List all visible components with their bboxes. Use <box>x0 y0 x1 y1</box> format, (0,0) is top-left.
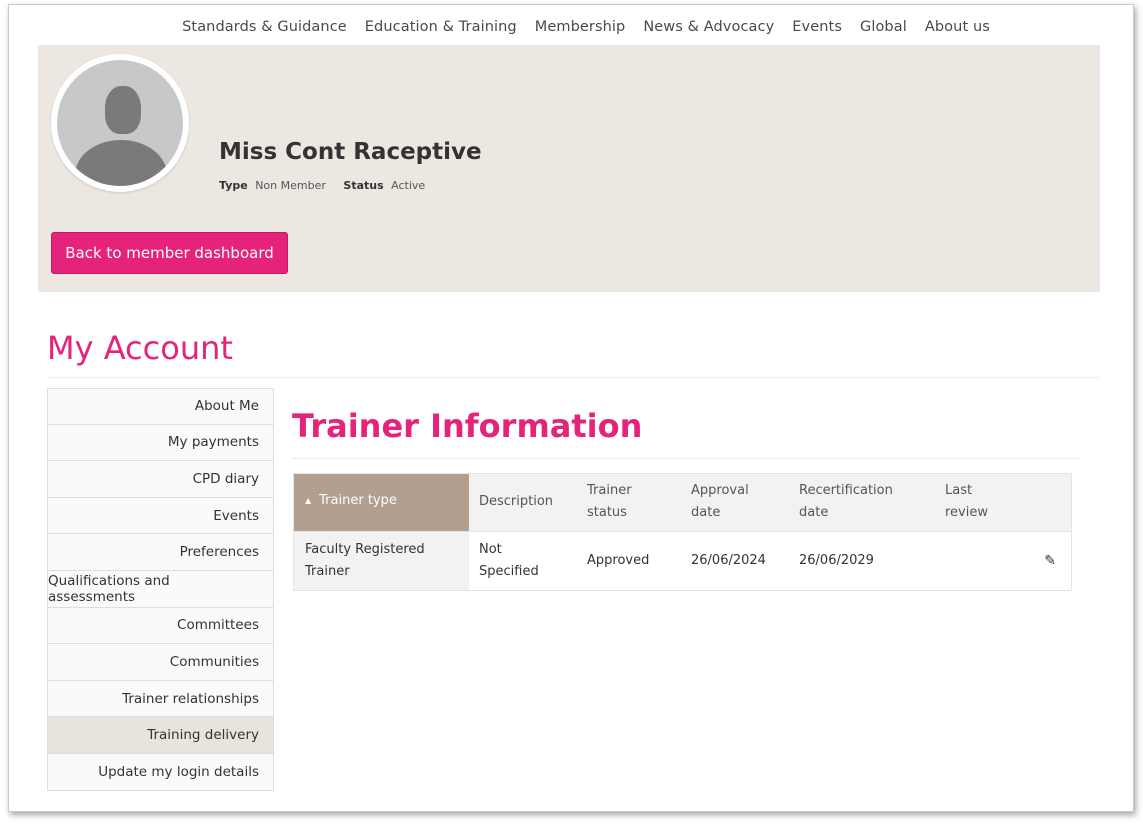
status-label: Status <box>343 179 384 192</box>
account-sidebar: About Me My payments CPD diary Events Pr… <box>47 388 274 791</box>
cell-text: Not Specified <box>479 541 539 579</box>
sidebar-item-events[interactable]: Events <box>47 497 274 535</box>
column-header-label: Approval date <box>691 482 749 520</box>
type-value: Non Member <box>255 179 326 192</box>
sidebar-item-cpd-diary[interactable]: CPD diary <box>47 461 274 498</box>
column-header-label: Trainer type <box>319 493 397 509</box>
cell-description: Not Specified <box>469 531 577 591</box>
top-navigation: Standards & Guidance Education & Trainin… <box>9 19 1133 35</box>
nav-standards-guidance[interactable]: Standards & Guidance <box>182 19 347 35</box>
browser-frame: Standards & Guidance Education & Trainin… <box>8 4 1134 812</box>
section-title: Trainer Information <box>292 407 643 445</box>
sort-ascending-icon: ▲ <box>305 496 312 506</box>
avatar <box>51 54 189 192</box>
column-header-trainer-status[interactable]: Trainer status <box>577 473 681 532</box>
column-header-actions <box>1010 473 1072 532</box>
member-meta: Type Non Member Status Active <box>219 179 439 192</box>
column-header-recertification-date[interactable]: Recertification date <box>789 473 935 532</box>
sidebar-item-committees[interactable]: Committees <box>47 607 274 645</box>
page-title: My Account <box>47 329 233 367</box>
table-header-row: ▲ Trainer type Description Trainer status… <box>293 473 1072 532</box>
nav-events[interactable]: Events <box>792 19 842 35</box>
column-header-last-review[interactable]: Last review <box>935 473 1010 532</box>
back-to-dashboard-button[interactable]: Back to member dashboard <box>51 232 288 274</box>
pencil-icon[interactable]: ✎ <box>1010 531 1072 591</box>
cell-status: Approved <box>577 531 681 591</box>
column-header-label: Last review <box>945 482 988 520</box>
sidebar-item-trainer-relationships[interactable]: Trainer relationships <box>47 680 274 718</box>
member-name: Miss Cont Raceptive <box>219 139 482 165</box>
user-silhouette-icon <box>57 60 183 186</box>
cell-approval-date: 26/06/2024 <box>681 531 789 591</box>
nav-about-us[interactable]: About us <box>925 19 990 35</box>
trainer-table: ▲ Trainer type Description Trainer status… <box>293 473 1072 591</box>
nav-global[interactable]: Global <box>860 19 907 35</box>
cell-text: Faculty Registered Trainer <box>305 541 425 579</box>
cell-trainer-type: Faculty Registered Trainer <box>293 531 469 591</box>
cell-recertification-date: 26/06/2029 <box>789 531 935 591</box>
profile-banner: Miss Cont Raceptive Type Non Member Stat… <box>38 45 1100 292</box>
nav-news-advocacy[interactable]: News & Advocacy <box>643 19 774 35</box>
column-header-label: Recertification date <box>799 482 893 520</box>
column-header-description[interactable]: Description <box>469 473 577 532</box>
sidebar-item-preferences[interactable]: Preferences <box>47 534 274 571</box>
nav-education-training[interactable]: Education & Training <box>365 19 517 35</box>
column-header-approval-date[interactable]: Approval date <box>681 473 789 532</box>
nav-membership[interactable]: Membership <box>535 19 626 35</box>
column-header-label: Trainer status <box>587 482 632 520</box>
cell-last-review <box>935 531 1010 591</box>
sidebar-item-my-payments[interactable]: My payments <box>47 424 274 462</box>
type-label: Type <box>219 179 248 192</box>
sidebar-item-qualifications[interactable]: Qualifications and assessments <box>47 570 274 608</box>
sidebar-item-about-me[interactable]: About Me <box>47 388 274 425</box>
status-value: Active <box>391 179 426 192</box>
sidebar-item-training-delivery[interactable]: Training delivery <box>47 717 274 754</box>
table-row: Faculty Registered Trainer Not Specified… <box>293 531 1072 591</box>
sidebar-item-communities[interactable]: Communities <box>47 644 274 681</box>
divider <box>47 377 1099 378</box>
divider <box>292 458 1080 459</box>
sidebar-item-update-login[interactable]: Update my login details <box>47 753 274 791</box>
column-header-trainer-type[interactable]: ▲ Trainer type <box>293 473 469 532</box>
